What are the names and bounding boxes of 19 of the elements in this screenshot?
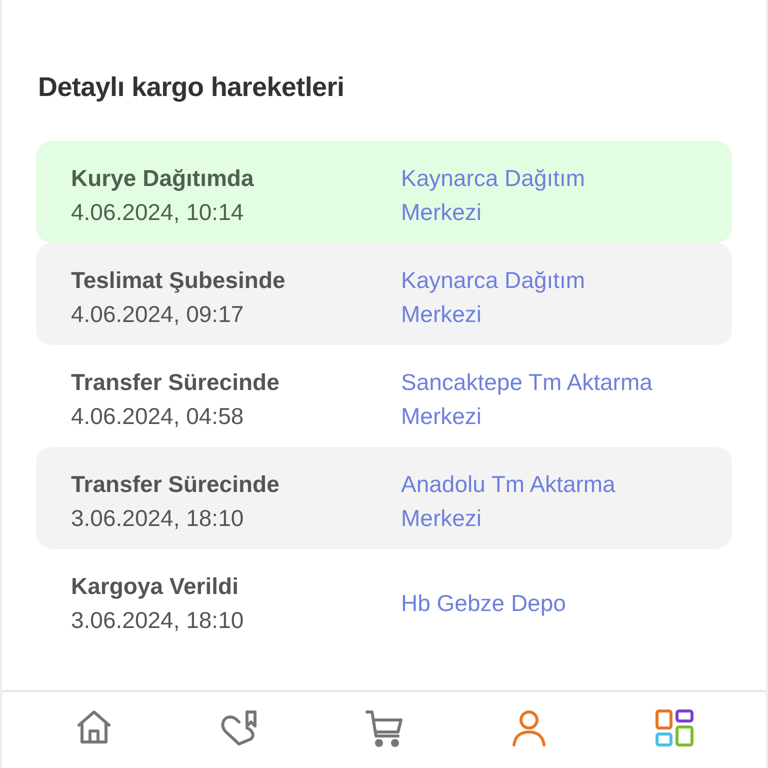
location-text: Kaynarca Dağıtım Merkezi bbox=[401, 266, 586, 329]
location-text: Sancaktepe Tm Aktarma Merkezi bbox=[401, 368, 654, 431]
date-time: 3.06.2024, 18:10 bbox=[71, 606, 245, 635]
date-time: 3.06.2024, 18:10 bbox=[71, 504, 245, 533]
status-text: Kurye Dağıtımda bbox=[71, 164, 255, 193]
location-text: Hb Gebze Depo bbox=[401, 589, 567, 618]
status-text: Kargoya Verildi bbox=[71, 572, 240, 601]
status-text: Teslimat Şubesinde bbox=[71, 266, 286, 295]
heart-bookmark-icon bbox=[219, 708, 260, 748]
section-title: Detaylı kargo hareketleri bbox=[38, 72, 346, 103]
cart-icon bbox=[364, 708, 404, 748]
date-time: 4.06.2024, 10:14 bbox=[71, 198, 245, 227]
date-time: 4.06.2024, 09:17 bbox=[71, 300, 245, 329]
location-text: Anadolu Tm Aktarma Merkezi bbox=[401, 470, 616, 533]
status-text: Transfer Sürecinde bbox=[71, 368, 280, 397]
location-text: Kaynarca Dağıtım Merkezi bbox=[401, 164, 586, 227]
date-time: 4.06.2024, 04:58 bbox=[71, 402, 245, 431]
grid-icon bbox=[654, 708, 694, 748]
status-text: Transfer Sürecinde bbox=[71, 470, 280, 499]
